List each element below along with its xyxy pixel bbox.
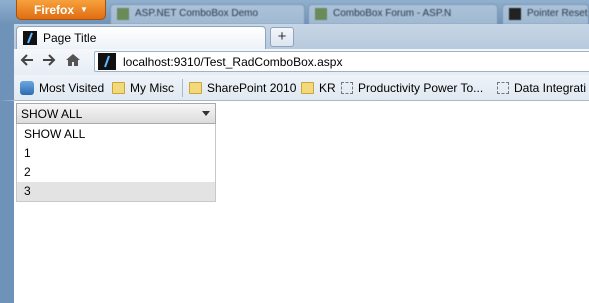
home-icon[interactable] bbox=[64, 53, 82, 71]
firefox-menu-button[interactable]: Firefox ▼ bbox=[16, 0, 106, 20]
background-window-tab[interactable]: Pointer Reset bbox=[502, 4, 589, 24]
rad-combobox[interactable]: SHOW ALL bbox=[16, 103, 216, 124]
combobox-option[interactable]: 1 bbox=[17, 144, 215, 163]
background-window-tab[interactable]: ASP.NET ComboBox Demo bbox=[110, 4, 305, 24]
firefox-button-label: Firefox bbox=[34, 2, 75, 17]
folder-icon bbox=[189, 82, 202, 94]
background-tab-title: ASP.NET ComboBox Demo bbox=[135, 8, 259, 19]
bookmark-label: Productivity Power To... bbox=[358, 81, 484, 95]
bookmark-label: Data Integrati bbox=[514, 81, 587, 95]
page-icon bbox=[117, 8, 129, 20]
new-tab-button[interactable]: + bbox=[270, 27, 294, 47]
bookmark-my-misc[interactable]: My Misc bbox=[112, 80, 174, 96]
tab-strip: Page Title + bbox=[0, 24, 589, 49]
dashed-bookmark-icon bbox=[341, 82, 353, 94]
bookmark-data-integration[interactable]: Data Integrati bbox=[497, 80, 586, 96]
dashed-bookmark-icon bbox=[497, 82, 509, 94]
background-tab-title: ComboBox Forum - ASP.N bbox=[333, 8, 452, 19]
navigation-bar: localhost:9310/Test_RadComboBox.aspx bbox=[0, 49, 589, 75]
address-bar[interactable]: localhost:9310/Test_RadComboBox.aspx bbox=[94, 51, 589, 72]
most-visited-icon bbox=[20, 81, 34, 95]
bookmarks-toolbar: Most Visited My Misc SharePoint 2010 KR … bbox=[0, 75, 589, 101]
combobox-option[interactable]: 2 bbox=[17, 163, 215, 182]
url-text: localhost:9310/Test_RadComboBox.aspx bbox=[123, 55, 343, 69]
combobox-dropdown-list: SHOW ALL 1 2 3 bbox=[16, 124, 216, 202]
window-frame-left bbox=[0, 101, 14, 303]
tab-page-title[interactable]: Page Title bbox=[16, 26, 266, 49]
site-favicon-icon bbox=[23, 31, 37, 45]
combobox-option-hovered[interactable]: 3 bbox=[17, 182, 215, 201]
title-bar: Firefox ▼ ASP.NET ComboBox Demo ComboBox… bbox=[0, 0, 589, 24]
combobox-selected-value: SHOW ALL bbox=[21, 107, 83, 121]
bookmark-label: Most Visited bbox=[39, 81, 105, 95]
background-tab-title: Pointer Reset bbox=[527, 8, 588, 19]
folder-icon bbox=[301, 82, 314, 94]
dropdown-arrow-icon[interactable] bbox=[202, 111, 210, 116]
dropdown-caret-icon: ▼ bbox=[80, 5, 88, 14]
bookmark-productivity-power-tools[interactable]: Productivity Power To... bbox=[341, 80, 483, 96]
folder-icon bbox=[112, 82, 125, 94]
forward-arrow-icon[interactable] bbox=[40, 53, 58, 71]
bookmark-label: My Misc bbox=[130, 81, 174, 95]
bookmark-most-visited[interactable]: Most Visited bbox=[20, 80, 104, 96]
page-icon bbox=[315, 8, 327, 20]
background-window-tab[interactable]: ComboBox Forum - ASP.N bbox=[308, 4, 498, 24]
tab-title: Page Title bbox=[43, 31, 97, 45]
back-arrow-icon[interactable] bbox=[18, 53, 36, 71]
bookmark-label: SharePoint 2010 bbox=[207, 81, 297, 95]
site-favicon-icon bbox=[98, 53, 116, 70]
page-icon bbox=[509, 8, 521, 20]
toolbar-separator bbox=[182, 79, 183, 97]
bookmark-sharepoint-2010[interactable]: SharePoint 2010 bbox=[189, 80, 296, 96]
bookmark-kr[interactable]: KR bbox=[301, 80, 336, 96]
page-content: SHOW ALL SHOW ALL 1 2 3 bbox=[14, 101, 589, 303]
bookmark-label: KR bbox=[319, 81, 336, 95]
combobox-option[interactable]: SHOW ALL bbox=[17, 125, 215, 144]
